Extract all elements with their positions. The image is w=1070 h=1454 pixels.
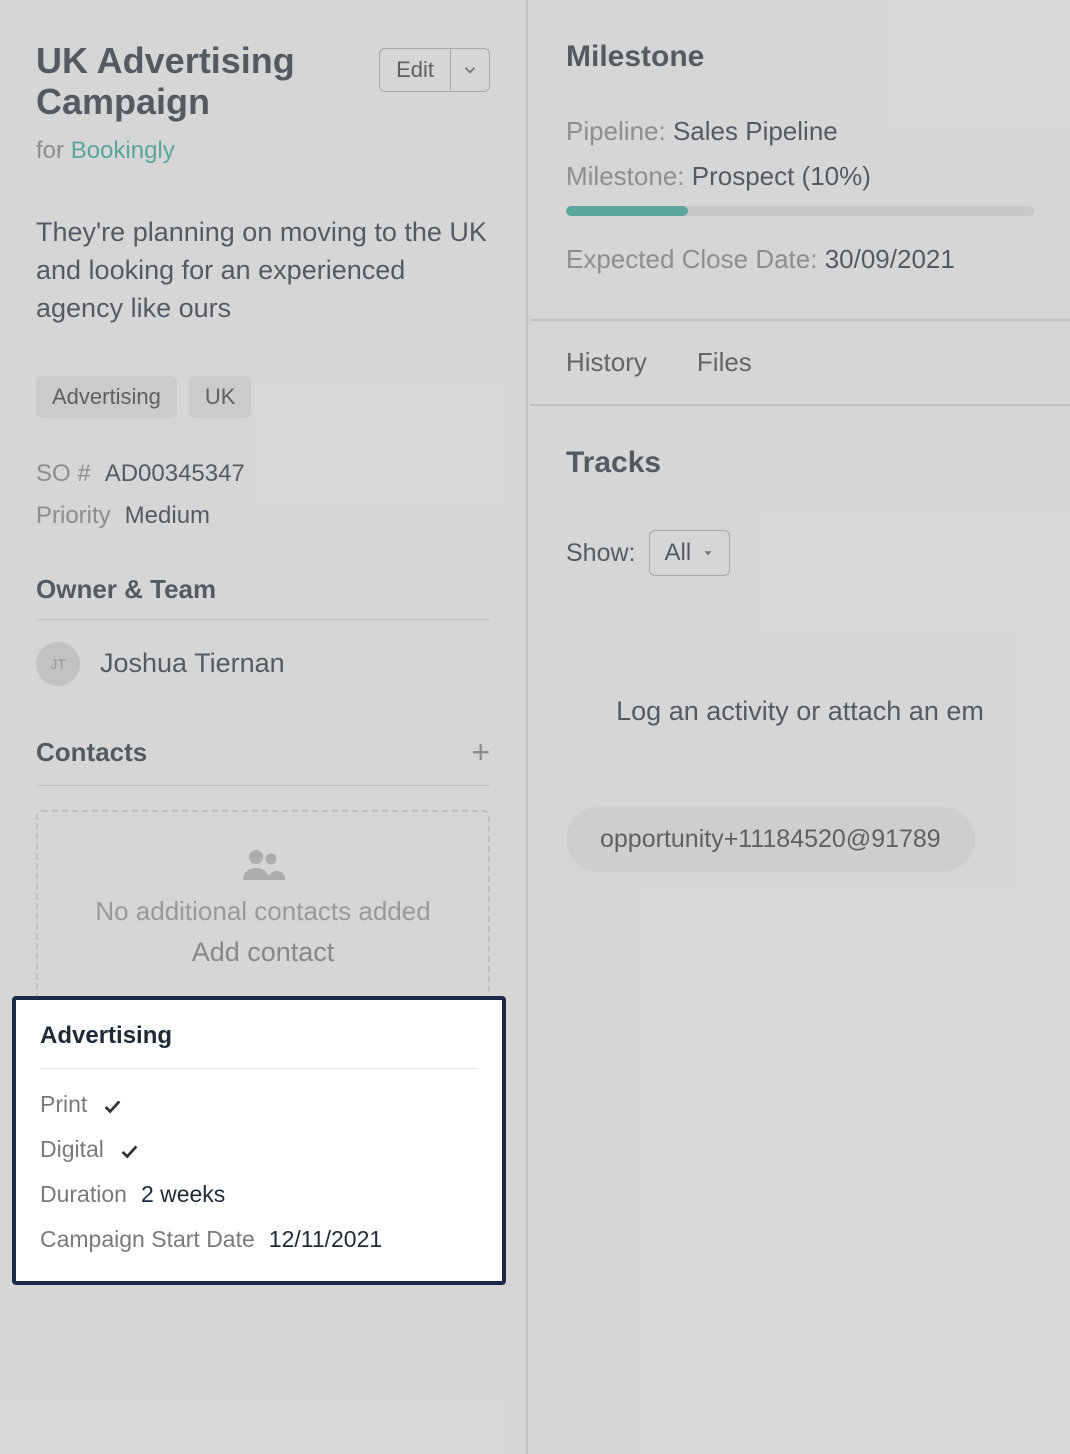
edit-dropdown-button[interactable]	[451, 48, 490, 92]
tags-container: Advertising UK	[36, 376, 490, 418]
tab-history[interactable]: History	[566, 347, 647, 378]
avatar: JT	[36, 642, 80, 686]
so-value: AD00345347	[105, 460, 245, 488]
pipeline-value: Sales Pipeline	[673, 116, 838, 146]
duration-value: 2 weeks	[141, 1181, 225, 1208]
divider	[36, 619, 490, 620]
milestone-section-title: Milestone	[566, 40, 1034, 74]
chevron-down-icon	[461, 61, 479, 79]
duration-label: Duration	[40, 1181, 127, 1208]
milestone-label: Milestone:	[566, 161, 685, 191]
check-icon	[118, 1136, 140, 1163]
for-entity-link[interactable]: Bookingly	[71, 137, 175, 164]
people-icon	[58, 848, 468, 880]
digital-label: Digital	[40, 1136, 104, 1163]
edit-button-group: Edit	[379, 48, 490, 92]
tag-item[interactable]: UK	[189, 376, 252, 418]
close-date-value: 30/09/2021	[825, 244, 955, 274]
advertising-card-title: Advertising	[40, 1022, 478, 1050]
print-label: Print	[40, 1091, 87, 1118]
description-text: They're planning on moving to the UK and…	[36, 213, 490, 328]
owner-section-title: Owner & Team	[36, 574, 490, 605]
campaign-start-value: 12/11/2021	[269, 1226, 382, 1253]
edit-button[interactable]: Edit	[379, 48, 451, 92]
contacts-empty-text: No additional contacts added	[58, 896, 468, 927]
check-icon	[101, 1091, 123, 1118]
progress-fill	[566, 206, 688, 216]
progress-bar	[566, 206, 1034, 216]
show-filter-select[interactable]: All	[649, 530, 730, 576]
tracks-section-title: Tracks	[566, 446, 1034, 480]
divider	[40, 1068, 478, 1069]
contacts-section-title: Contacts	[36, 737, 147, 768]
priority-label: Priority	[36, 502, 111, 530]
milestone-value: Prospect (10%)	[692, 161, 871, 191]
show-filter-value: All	[664, 539, 691, 567]
tab-files[interactable]: Files	[697, 347, 752, 378]
caret-down-icon	[701, 546, 715, 560]
owner-row[interactable]: JT Joshua Tiernan	[36, 642, 490, 686]
contacts-empty-box: No additional contacts added Add contact	[36, 810, 490, 1010]
so-label: SO #	[36, 460, 91, 488]
show-label: Show:	[566, 539, 635, 568]
page-title: UK Advertising Campaign	[36, 40, 356, 123]
log-activity-prompt: Log an activity or attach an em	[566, 696, 1034, 727]
for-prefix: for	[36, 137, 71, 164]
owner-name: Joshua Tiernan	[100, 648, 285, 679]
close-date-label: Expected Close Date:	[566, 244, 817, 274]
pipeline-label: Pipeline:	[566, 116, 666, 146]
advertising-card: Advertising Print Digital Duration 2 wee…	[12, 996, 506, 1285]
add-contact-link[interactable]: Add contact	[58, 937, 468, 968]
for-line: for Bookingly	[36, 137, 490, 165]
divider	[36, 785, 490, 786]
add-contact-icon[interactable]: +	[471, 734, 490, 771]
opportunity-email-pill[interactable]: opportunity+11184520@91789	[566, 807, 975, 872]
priority-value: Medium	[125, 502, 210, 530]
campaign-start-label: Campaign Start Date	[40, 1226, 255, 1253]
tag-item[interactable]: Advertising	[36, 376, 177, 418]
